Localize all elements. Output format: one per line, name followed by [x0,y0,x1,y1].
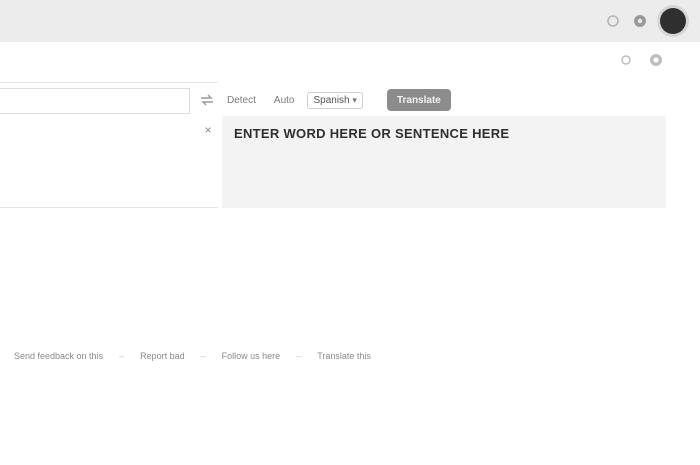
footer-separator: – [296,351,302,361]
saved-icon[interactable] [648,52,664,68]
secondary-toolbar [620,52,664,68]
footer-link-feedback[interactable]: Send feedback on this [14,351,103,361]
footer-separator: – [119,351,125,361]
settings-icon[interactable] [632,13,648,29]
language-bar: Detect Auto Spanish ▾ Translate [200,89,451,111]
language-tab-detect[interactable]: Detect [222,93,261,108]
language-tab-auto[interactable]: Auto [269,93,300,108]
apps-icon[interactable] [606,14,620,28]
top-actions [606,8,686,34]
footer-link-translate[interactable]: Translate this [317,351,371,361]
swap-icon[interactable] [200,94,214,106]
clear-icon[interactable]: × [200,122,216,138]
translate-button[interactable]: Translate [386,89,451,111]
top-bar [0,0,700,42]
result-panel: ENTER WORD HERE OR SENTENCE HERE [222,116,666,208]
footer-link-report[interactable]: Report bad [140,351,185,361]
language-tab-target-label: Spanish [313,94,350,106]
chevron-down-icon: ▾ [352,94,357,105]
account-avatar[interactable] [660,8,686,34]
source-input[interactable] [0,88,190,114]
footer-links: Send feedback on this – Report bad – Fol… [14,351,371,361]
footer-link-follow[interactable]: Follow us here [222,351,281,361]
translation-result: ENTER WORD HERE OR SENTENCE HERE [234,126,510,141]
history-icon[interactable] [620,54,632,66]
footer-separator: – [200,351,206,361]
language-tab-target[interactable]: Spanish ▾ [307,91,363,109]
